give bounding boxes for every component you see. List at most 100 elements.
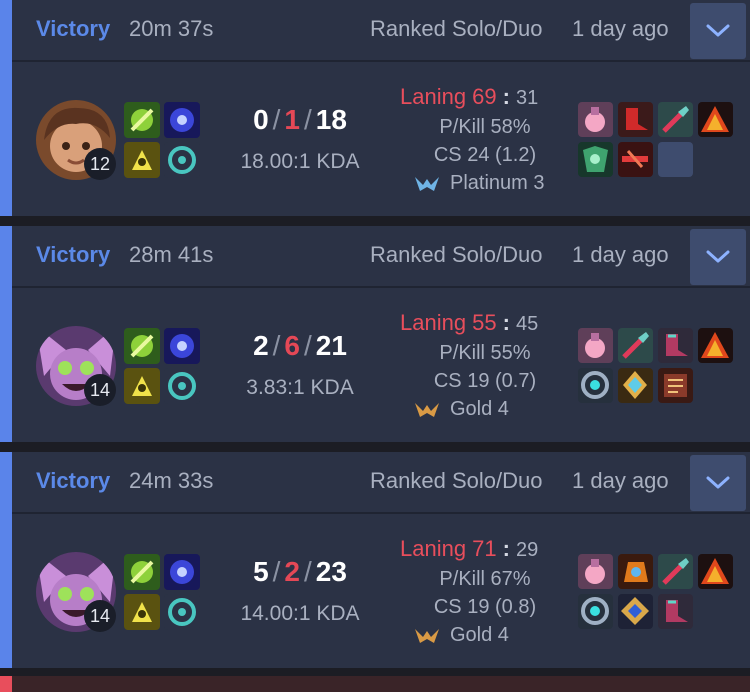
champion-level: 14 xyxy=(84,600,116,632)
kda-ratio: 3.83:1 KDA xyxy=(246,376,354,399)
rune-primary-icon xyxy=(124,142,160,178)
deaths: 2 xyxy=(284,556,300,587)
item-empty-slot xyxy=(658,142,693,177)
kills: 5 xyxy=(253,556,269,587)
laning-score: Laning 69:31 xyxy=(400,84,539,109)
rank: Gold 4 xyxy=(414,624,509,647)
expand-button[interactable] xyxy=(690,455,746,511)
rank-label: Gold 4 xyxy=(450,624,509,646)
match-time-ago: 1 day ago xyxy=(572,16,669,41)
item-sword-icon xyxy=(658,102,693,137)
queue-type: Ranked Solo/Duo xyxy=(370,242,543,267)
laning-opponent: 45 xyxy=(515,313,539,335)
kda-score: 0/1/18 xyxy=(253,104,347,135)
rune-primary-icon xyxy=(124,594,160,630)
match-duration: 20m 37s xyxy=(129,16,214,41)
match-duration: 24m 33s xyxy=(129,468,214,493)
laning-opponent: 31 xyxy=(515,87,539,109)
rank: Platinum 3 xyxy=(414,172,545,195)
chevron-down-icon xyxy=(706,24,730,37)
rank-label: Gold 4 xyxy=(450,398,509,420)
rune-secondary-icon xyxy=(164,142,200,178)
summoner-spell-ghost-icon xyxy=(124,554,160,590)
item-boots-icon xyxy=(618,102,653,137)
laning-label: Laning 69 xyxy=(400,84,497,109)
summoner-spell-flash-icon xyxy=(164,328,200,364)
match-card[interactable]: Victory 28m 41s Ranked Solo/Duo 1 day ag… xyxy=(0,226,750,442)
expand-button[interactable] xyxy=(690,229,746,285)
assists: 21 xyxy=(315,330,347,361)
rank-emblem-icon xyxy=(415,628,439,643)
laning-score: Laning 71:29 xyxy=(400,536,539,561)
laning-score: Laning 55:45 xyxy=(400,310,539,335)
item-orb-icon xyxy=(578,368,613,403)
queue-type: Ranked Solo/Duo xyxy=(370,468,543,493)
match-duration: 28m 41s xyxy=(129,242,214,267)
rank: Gold 4 xyxy=(414,398,509,421)
match-result: Victory xyxy=(36,468,111,493)
kda-score: 5/2/23 xyxy=(253,556,347,587)
match-header: Victory 24m 33s Ranked Solo/Duo 1 day ag… xyxy=(12,452,750,514)
chevron-down-icon xyxy=(706,250,730,263)
item-staff-icon xyxy=(618,594,653,629)
creep-score: CS 24 (1.2) xyxy=(433,144,537,166)
item-cloak-icon xyxy=(578,142,613,177)
laning-opponent: 29 xyxy=(515,539,539,561)
item-tome-icon xyxy=(658,368,693,403)
kda-score: 2/6/21 xyxy=(253,330,347,361)
assists: 18 xyxy=(315,104,347,135)
summoner-spell-ghost-icon xyxy=(124,102,160,138)
item-potion-icon xyxy=(578,554,613,589)
rank-emblem-icon xyxy=(415,176,439,191)
rank-label: Platinum 3 xyxy=(450,172,545,194)
item-boots-icon xyxy=(658,328,693,363)
summoner-spell-flash-icon xyxy=(164,102,200,138)
item-sword-icon xyxy=(658,554,693,589)
kills: 2 xyxy=(253,330,269,361)
rune-primary-icon xyxy=(124,368,160,404)
match-card[interactable]: Victory 20m 37s Ranked Solo/Duo 1 day ag… xyxy=(0,0,750,216)
item-trinket-icon xyxy=(698,328,733,363)
deaths: 1 xyxy=(284,104,300,135)
deaths: 6 xyxy=(284,330,300,361)
chevron-down-icon xyxy=(706,476,730,489)
item-boots-icon xyxy=(658,594,693,629)
item-potion-icon xyxy=(578,328,613,363)
champion-level: 14 xyxy=(84,374,116,406)
item-trinket-icon xyxy=(698,102,733,137)
creep-score: CS 19 (0.8) xyxy=(433,596,537,618)
expand-button[interactable] xyxy=(690,3,746,59)
item-gauntlet-icon xyxy=(618,554,653,589)
kill-participation: P/Kill 58% xyxy=(439,116,531,138)
creep-score: CS 19 (0.7) xyxy=(433,370,537,392)
match-result: Victory xyxy=(36,242,111,267)
assists: 23 xyxy=(315,556,347,587)
kills: 0 xyxy=(253,104,269,135)
item-potion-icon xyxy=(578,102,613,137)
kill-participation: P/Kill 67% xyxy=(439,568,531,590)
rune-secondary-icon xyxy=(164,368,200,404)
next-match-card-edge xyxy=(0,676,750,692)
rank-emblem-icon xyxy=(415,402,439,417)
item-orb-icon xyxy=(578,594,613,629)
item-crystal-icon xyxy=(618,368,653,403)
queue-type: Ranked Solo/Duo xyxy=(370,16,543,41)
laning-label: Laning 71 xyxy=(400,536,497,561)
rune-secondary-icon xyxy=(164,594,200,630)
kill-participation: P/Kill 55% xyxy=(439,342,531,364)
laning-label: Laning 55 xyxy=(400,310,497,335)
match-time-ago: 1 day ago xyxy=(572,242,669,267)
item-trinket-icon xyxy=(698,554,733,589)
champion-level: 12 xyxy=(84,148,116,180)
kda-ratio: 18.00:1 KDA xyxy=(240,150,360,173)
match-result: Victory xyxy=(36,16,111,41)
summoner-spell-flash-icon xyxy=(164,554,200,590)
match-card[interactable]: Victory 24m 33s Ranked Solo/Duo 1 day ag… xyxy=(0,452,750,668)
match-header: Victory 28m 41s Ranked Solo/Duo 1 day ag… xyxy=(12,226,750,288)
kda-ratio: 14.00:1 KDA xyxy=(240,602,360,625)
match-time-ago: 1 day ago xyxy=(572,468,669,493)
item-blade-icon xyxy=(618,142,653,177)
item-sword-icon xyxy=(618,328,653,363)
summoner-spell-ghost-icon xyxy=(124,328,160,364)
match-header: Victory 20m 37s Ranked Solo/Duo 1 day ag… xyxy=(12,0,750,62)
